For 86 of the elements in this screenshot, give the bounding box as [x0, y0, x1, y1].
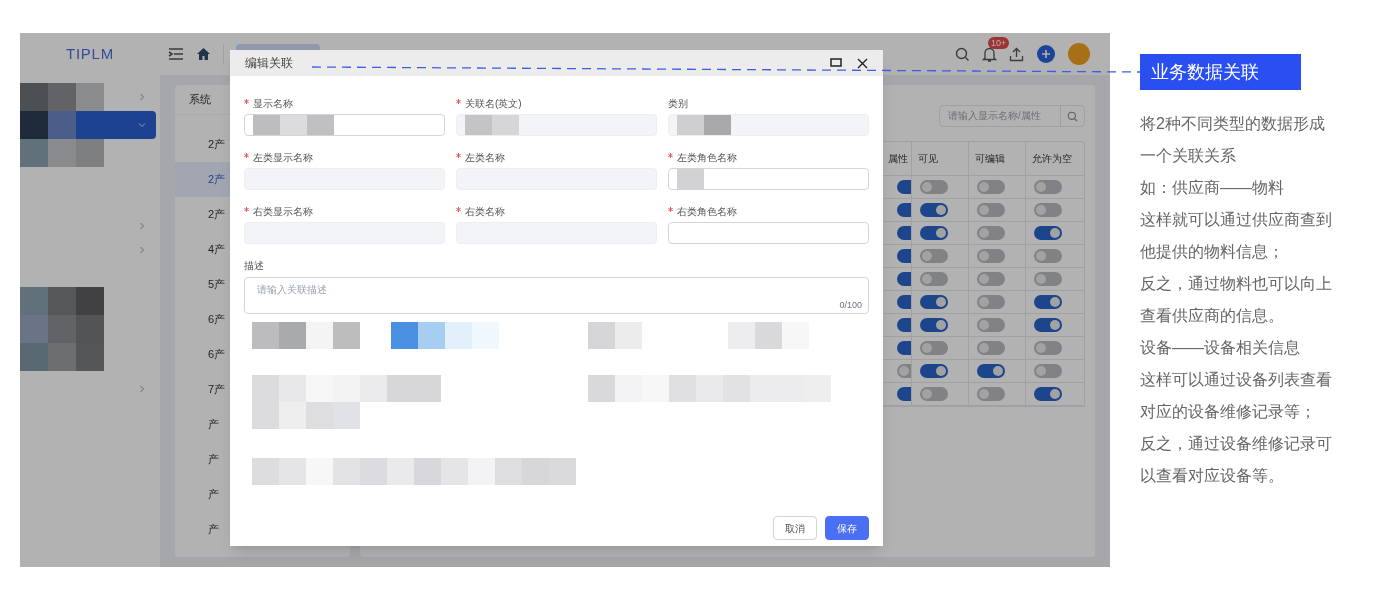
annotation-text: 他提供的物料信息；	[1140, 242, 1285, 262]
toggle-switch[interactable]	[920, 364, 948, 378]
annotation-text: 这样可以通过设备列表查看	[1140, 370, 1332, 390]
app-logo: TIPLM	[66, 43, 114, 64]
annotation-text: 反之，通过设备维修记录可	[1140, 434, 1332, 454]
column-header: 可编辑	[968, 142, 1025, 175]
toggle-switch[interactable]	[977, 272, 1005, 286]
field-label: 描述	[244, 259, 265, 273]
avatar[interactable]	[1068, 43, 1090, 65]
field-label: 右类名称	[465, 204, 505, 219]
toggle-switch[interactable]	[920, 203, 948, 217]
toggle-switch[interactable]	[920, 387, 948, 401]
toggle-switch[interactable]	[920, 341, 948, 355]
notification-badge: 10+	[988, 37, 1010, 49]
annotation-text: 查看供应商的信息。	[1140, 306, 1285, 326]
redacted-mosaic	[588, 322, 642, 349]
input-field[interactable]	[668, 222, 869, 244]
toggle-switch[interactable]	[920, 226, 948, 240]
add-icon[interactable]	[1036, 44, 1056, 64]
menu-icon[interactable]	[168, 47, 184, 61]
field-label: 右类显示名称	[253, 204, 313, 219]
annotation-text: 对应的设备维修记录等；	[1140, 402, 1317, 422]
maximize-icon[interactable]	[830, 58, 842, 68]
column-header: 允许为空	[1025, 142, 1084, 175]
annotation-text: 将2种不同类型的数据形成	[1140, 114, 1326, 134]
toggle-switch[interactable]	[977, 249, 1005, 263]
annotation-title: 业务数据关联	[1140, 54, 1301, 90]
description-textarea[interactable]: 请输入关联描述 0/100	[244, 277, 869, 314]
annotation-text: 一个关联关系	[1140, 146, 1237, 166]
toggle-switch[interactable]	[977, 226, 1005, 240]
toggle-switch[interactable]	[1034, 203, 1062, 217]
bell-icon[interactable]	[982, 46, 997, 62]
toggle-switch[interactable]	[977, 341, 1005, 355]
annotation-text: 设备——设备相关信息	[1140, 338, 1301, 358]
field-label: 类别	[668, 96, 688, 111]
toggle-switch[interactable]	[977, 387, 1005, 401]
toggle-switch[interactable]	[1034, 364, 1062, 378]
toggle-switch[interactable]	[1034, 249, 1062, 263]
chevron-right-icon	[138, 246, 146, 254]
search-icon[interactable]	[1067, 110, 1078, 122]
upload-icon[interactable]	[1009, 46, 1024, 62]
field-label: 右类角色名称	[677, 204, 737, 219]
toggle-switch[interactable]	[1034, 226, 1062, 240]
toggle-switch[interactable]	[920, 249, 948, 263]
field-label: 关联名(英文)	[465, 96, 522, 111]
toggle-switch[interactable]	[1034, 272, 1062, 286]
annotation-text: 以查看对应设备等。	[1140, 466, 1285, 486]
character-counter: 0/100	[839, 298, 862, 312]
home-icon[interactable]	[196, 47, 211, 61]
dialog-title: 编辑关联	[245, 55, 293, 72]
cancel-button[interactable]: 取消	[773, 516, 817, 540]
field-label: 左类名称	[465, 150, 505, 165]
toggle-switch[interactable]	[920, 295, 948, 309]
toggle-switch[interactable]	[920, 180, 948, 194]
chevron-right-icon	[138, 385, 146, 393]
redacted-mosaic	[677, 169, 704, 189]
toggle-switch[interactable]	[977, 295, 1005, 309]
input-field[interactable]	[668, 168, 869, 190]
toggle-switch[interactable]	[920, 272, 948, 286]
sidebar-item[interactable]	[20, 111, 156, 139]
annotation-text: 这样就可以通过供应商查到	[1140, 210, 1332, 230]
input-field[interactable]	[244, 114, 445, 136]
field-label: 左类角色名称	[677, 150, 737, 165]
close-icon[interactable]	[857, 57, 868, 69]
list-header: 系统	[189, 92, 211, 108]
search-icon[interactable]	[955, 46, 970, 62]
toggle-switch[interactable]	[1034, 180, 1062, 194]
field-label: 左类显示名称	[253, 150, 313, 165]
toggle-switch[interactable]	[977, 180, 1005, 194]
save-button[interactable]: 保存	[825, 516, 869, 540]
toggle-switch[interactable]	[1034, 387, 1062, 401]
toggle-switch[interactable]	[1034, 318, 1062, 332]
column-header: 可见	[911, 142, 968, 175]
column-header: 属性	[887, 152, 909, 166]
toggle-switch[interactable]	[977, 203, 1005, 217]
toggle-switch[interactable]	[977, 318, 1005, 332]
annotation-text: 反之，通过物料也可以向上	[1140, 274, 1332, 294]
annotation-text: 如：供应商——物料	[1140, 178, 1285, 198]
toggle-switch[interactable]	[977, 364, 1005, 378]
redacted-mosaic	[677, 115, 731, 135]
field-label: 显示名称	[253, 96, 293, 111]
toggle-switch[interactable]	[1034, 295, 1062, 309]
toggle-switch[interactable]	[1034, 341, 1062, 355]
chevron-right-icon	[138, 222, 146, 230]
toggle-switch[interactable]	[920, 318, 948, 332]
redacted-mosaic	[465, 115, 519, 135]
